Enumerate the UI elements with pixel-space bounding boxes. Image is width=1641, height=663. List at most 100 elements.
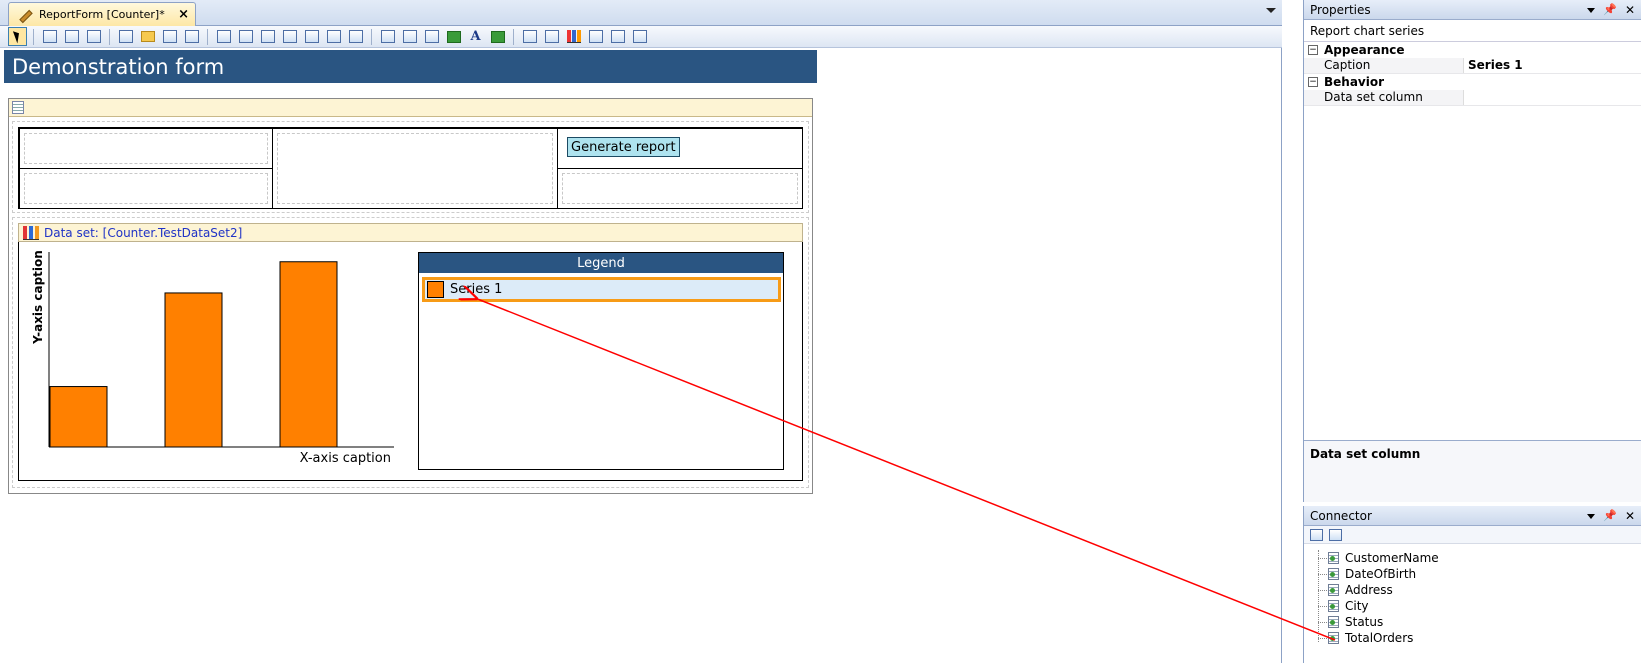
tree-item-field[interactable]: Address [1318,582,1439,598]
toolbar-button-7[interactable] [182,27,201,46]
toolbar-button-2[interactable] [62,27,81,46]
collapse-toggle-icon[interactable]: − [1308,45,1318,55]
toolbar-button-10[interactable] [258,27,277,46]
pointer-tool-button[interactable] [8,27,27,46]
toolbar-button-16[interactable] [400,27,419,46]
toolbar-button-26[interactable] [630,27,649,46]
category-behavior[interactable]: − Behavior [1304,74,1641,90]
form-header-title[interactable]: Demonstration form [4,50,817,83]
property-row-data-set-column[interactable]: Data set column [1304,90,1641,106]
report-chart[interactable]: X-axis caption Y-axis caption Legend Seri… [18,242,803,481]
picture-icon [446,30,461,43]
connector-panel-title: Connector 📌 ✕ [1304,506,1641,526]
form-icon [86,30,101,43]
toolbar-button-15[interactable] [378,27,397,46]
toolbar-button-21[interactable] [520,27,539,46]
numeric-icon [326,30,341,43]
form-icon [64,30,79,43]
chevron-down-icon[interactable] [1587,7,1596,13]
report-field-icon [544,30,559,43]
field-icon [1328,568,1339,580]
toolbar-button-20[interactable] [488,27,507,46]
connector-title-text: Connector [1310,508,1372,523]
toolbar-button-24[interactable] [586,27,605,46]
tree-item-field[interactable]: CustomerName [1318,550,1439,566]
new-document-icon [402,30,417,43]
panel-icon [162,30,177,43]
layout-grid[interactable]: Generate report [18,127,803,209]
grid-cell-r1c3[interactable]: Generate report [557,128,803,169]
toolbar-button-13[interactable] [324,27,343,46]
generate-report-button[interactable]: Generate report [567,137,680,157]
close-icon[interactable]: ✕ [1625,509,1635,523]
properties-title-text: Properties [1310,2,1371,17]
toolbar-button-4[interactable] [116,27,135,46]
remove-connection-icon[interactable] [1329,528,1342,541]
tab-list-dropdown-icon[interactable] [1266,8,1276,13]
grid-cell-r1c1[interactable] [19,128,273,169]
property-value[interactable]: Series 1 [1464,58,1523,73]
toolbar-button-22[interactable] [542,27,561,46]
property-row-caption[interactable]: Caption Series 1 [1304,58,1641,74]
chart-bar-2 [164,292,223,448]
tree-item-field[interactable]: TotalOrders [1318,630,1439,646]
image-icon [424,30,439,43]
add-connection-icon[interactable] [1310,528,1323,541]
category-appearance[interactable]: − Appearance [1304,42,1641,58]
legend-item-label: Series 1 [450,282,503,297]
toolbar-button-9[interactable] [236,27,255,46]
form-group-container[interactable]: Generate report Data set: [Counter.TestD… [8,98,813,494]
toolbar-button-17[interactable] [422,27,441,46]
selected-object-name[interactable]: Report chart series [1304,20,1641,42]
collapse-toggle-icon[interactable]: − [1308,77,1318,87]
pin-icon[interactable]: 📌 [1603,3,1617,17]
chevron-down-icon[interactable] [1587,513,1596,519]
field-label: Status [1345,615,1384,629]
pencil-icon [17,8,31,22]
tab-close-button[interactable]: × [178,7,189,22]
textbox-icon [216,30,231,43]
field-icon [1328,600,1339,612]
chart-bar-3 [279,261,338,448]
field-label: TotalOrders [1345,631,1414,645]
toolbar-separator [207,28,208,45]
toolbar-button-19[interactable]: A [466,27,485,46]
category-label: Behavior [1324,75,1385,89]
toolbar-button-3[interactable] [84,27,103,46]
media-icon [490,30,505,43]
chart-legend[interactable]: Legend Series 1 [418,252,784,470]
group-header-bar[interactable] [9,99,812,117]
legend-swatch [427,281,444,298]
report-chart-header[interactable]: Data set: [Counter.TestDataSet2] [18,223,803,242]
close-icon[interactable]: ✕ [1625,3,1635,17]
pin-icon[interactable]: 📌 [1603,509,1617,523]
toolbar-button-11[interactable] [280,27,299,46]
layout-grid-wrapper: Generate report [12,121,809,213]
toolbar-button-5[interactable] [138,27,157,46]
legend-title: Legend [419,253,783,273]
toolbar-button-14[interactable] [346,27,365,46]
toolbar-button-8[interactable] [214,27,233,46]
toolbar-button-1[interactable] [40,27,59,46]
property-value[interactable] [1464,90,1468,105]
toolbar-button-23[interactable] [564,27,583,46]
form-icon [42,30,57,43]
toolbar-button-6[interactable] [160,27,179,46]
toolbar-separator [371,28,372,45]
field-icon [1328,616,1339,628]
group-icon [12,101,24,114]
toolbar-button-18[interactable] [444,27,463,46]
legend-item-series-1[interactable]: Series 1 [422,277,781,302]
tab-reportform[interactable]: ReportForm [Counter]* × [8,2,196,26]
grid-cell-c2-merged[interactable] [272,128,558,209]
toolbar-button-25[interactable] [608,27,627,46]
grid-cell-r2c1[interactable] [19,168,273,209]
tree-item-field[interactable]: City [1318,598,1439,614]
date-icon [304,30,319,43]
cell-placeholder [24,133,268,164]
tree-item-field[interactable]: DateOfBirth [1318,566,1439,582]
tree-item-field[interactable]: Status [1318,614,1439,630]
grid-cell-r2c3[interactable] [557,168,803,209]
toolbar-separator [109,28,110,45]
toolbar-button-12[interactable] [302,27,321,46]
